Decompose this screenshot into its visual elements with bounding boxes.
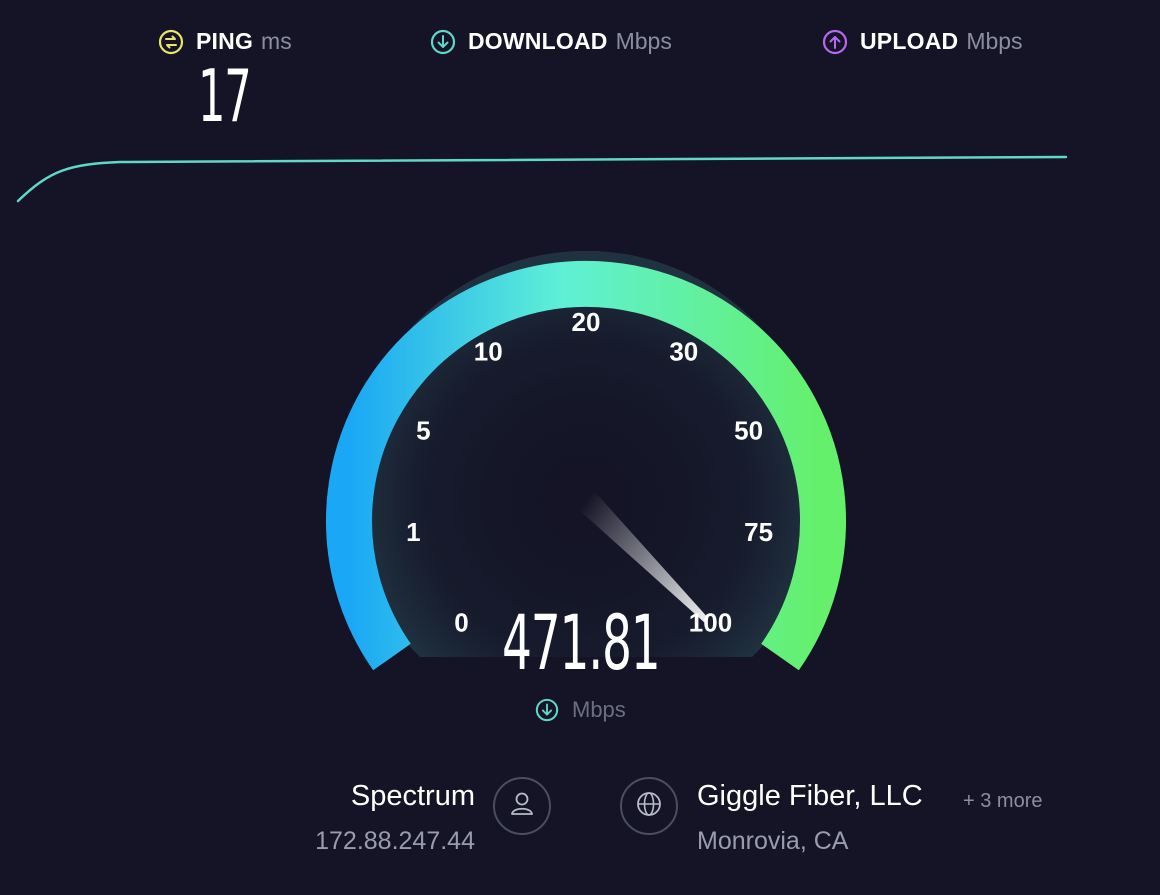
gauge-tick-label: 5	[416, 415, 430, 445]
gauge-tick-label: 10	[474, 337, 503, 367]
globe-icon	[634, 789, 664, 824]
gauge-tick-label: 75	[744, 517, 773, 547]
gauge-tick-label: 0	[454, 607, 468, 637]
gauge-tick-label: 30	[669, 337, 698, 367]
gauge-tick-label: 20	[572, 307, 601, 337]
server-more-link[interactable]: + 3 more	[963, 790, 1042, 813]
current-speed-value: 471.81	[502, 598, 661, 687]
user-button[interactable]	[493, 777, 551, 835]
server-location: Monrovia, CA	[697, 827, 849, 855]
speed-unit-label: Mbps	[572, 697, 626, 722]
user-icon	[507, 789, 537, 824]
gauge-tick-label: 50	[734, 415, 763, 445]
change-server-button[interactable]	[620, 777, 678, 835]
server-name[interactable]: Giggle Fiber, LLC	[697, 780, 923, 813]
current-speed-unit: Mbps	[535, 697, 626, 723]
gauge-tick-label: 1	[406, 517, 420, 547]
isp-name: Spectrum	[350, 780, 475, 812]
isp-ip-address: 172.88.247.44	[315, 827, 475, 855]
speed-gauge: 0151020305075100	[326, 250, 846, 671]
download-arrow-icon	[535, 698, 559, 722]
